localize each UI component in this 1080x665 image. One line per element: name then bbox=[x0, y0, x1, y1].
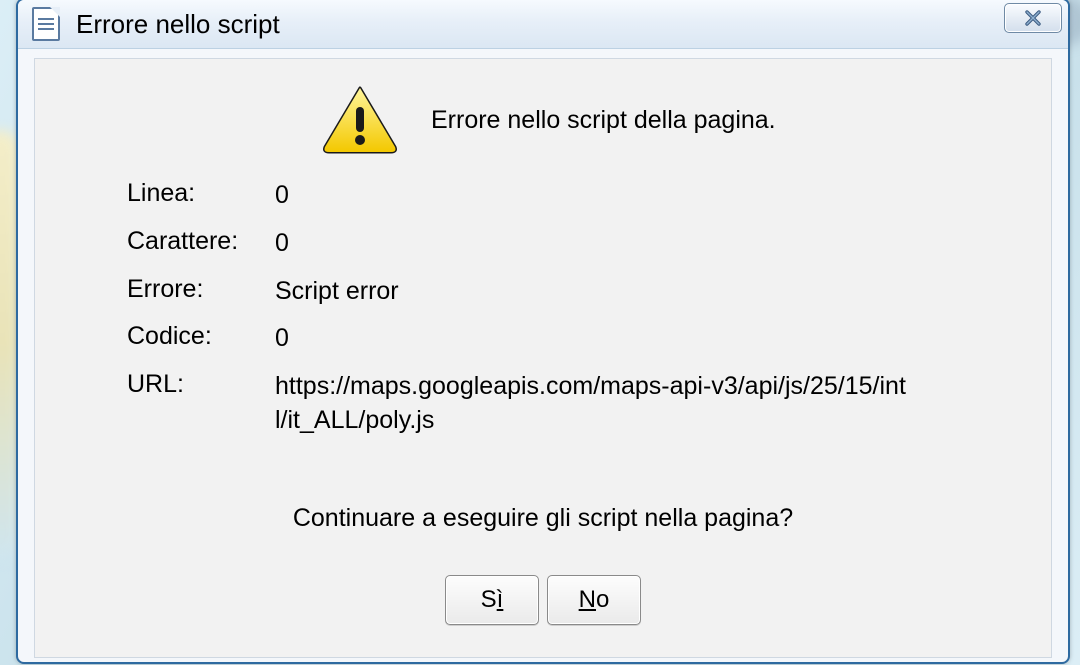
row-url: URL: https://maps.googleapis.com/maps-ap… bbox=[127, 370, 1051, 438]
script-error-dialog: Errore nello script Err bbox=[16, 0, 1070, 664]
value-char: 0 bbox=[275, 227, 289, 261]
value-code: 0 bbox=[275, 322, 289, 356]
value-url: https://maps.googleapis.com/maps-api-v3/… bbox=[275, 370, 915, 438]
dialog-client-area: Errore nello script della pagina. Linea:… bbox=[34, 58, 1052, 658]
no-button-mnemonic: N bbox=[579, 586, 596, 613]
no-button-suffix: o bbox=[596, 586, 609, 613]
document-icon bbox=[32, 7, 60, 41]
label-error: Errore: bbox=[127, 275, 275, 309]
row-code: Codice: 0 bbox=[127, 322, 1051, 356]
row-char: Carattere: 0 bbox=[127, 227, 1051, 261]
yes-button[interactable]: Sì bbox=[445, 575, 539, 625]
continue-prompt: Continuare a eseguire gli script nella p… bbox=[35, 504, 1051, 533]
value-line: 0 bbox=[275, 179, 289, 213]
titlebar[interactable]: Errore nello script bbox=[18, 0, 1068, 49]
window-title: Errore nello script bbox=[76, 9, 1004, 40]
label-url: URL: bbox=[127, 370, 275, 438]
close-button[interactable] bbox=[1004, 3, 1062, 33]
button-row: Sì No bbox=[35, 575, 1051, 625]
row-line: Linea: 0 bbox=[127, 179, 1051, 213]
yes-button-mnemonic: ì bbox=[497, 586, 504, 613]
label-code: Codice: bbox=[127, 322, 275, 356]
dialog-header: Errore nello script della pagina. bbox=[321, 85, 1051, 155]
close-icon bbox=[1024, 9, 1042, 27]
value-error: Script error bbox=[275, 275, 399, 309]
no-button[interactable]: No bbox=[547, 575, 641, 625]
error-details: Linea: 0 Carattere: 0 Errore: Script err… bbox=[127, 179, 1051, 438]
warning-icon bbox=[321, 85, 399, 155]
row-error: Errore: Script error bbox=[127, 275, 1051, 309]
label-char: Carattere: bbox=[127, 227, 275, 261]
dialog-heading: Errore nello script della pagina. bbox=[431, 106, 776, 135]
label-line: Linea: bbox=[127, 179, 275, 213]
yes-button-prefix: S bbox=[481, 586, 497, 613]
